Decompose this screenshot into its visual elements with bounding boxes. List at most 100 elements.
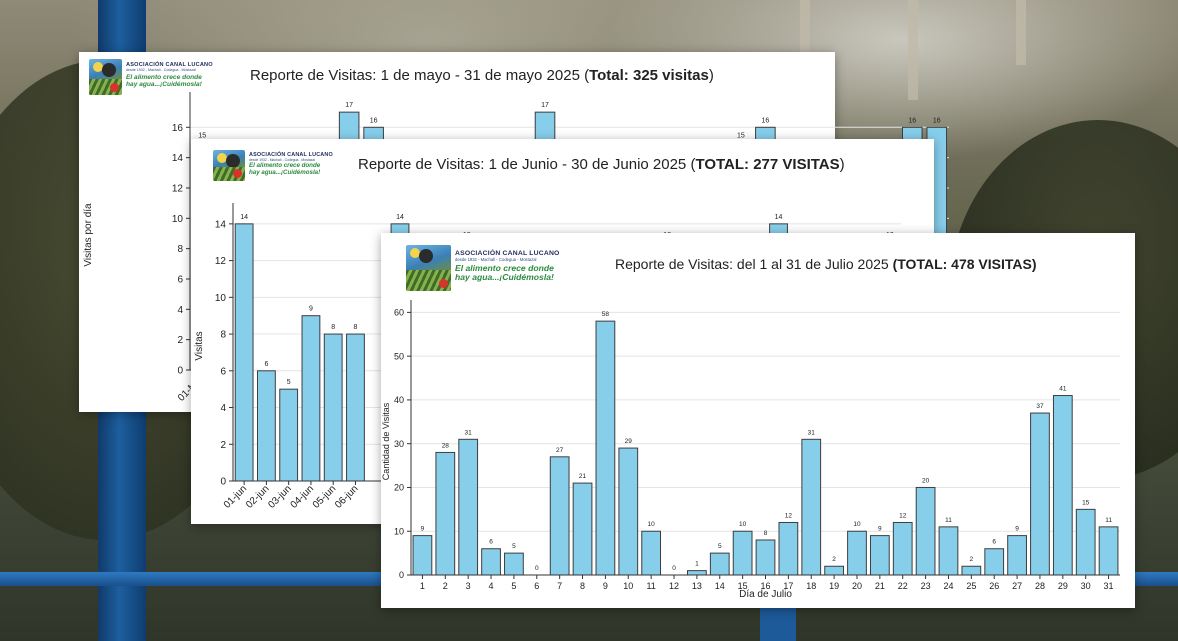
- bar-value-label: 28: [442, 442, 450, 449]
- y-tick-label: 14: [172, 153, 184, 164]
- bar: [938, 526, 959, 576]
- bar: [412, 535, 433, 576]
- bar-value-label: 5: [718, 543, 722, 550]
- x-tick-label: 11: [646, 581, 655, 591]
- bar-value-label: 14: [240, 214, 248, 221]
- bar: [458, 438, 479, 576]
- x-tick-label: 03-jun: [266, 483, 293, 510]
- bar-value-label: 17: [541, 102, 549, 109]
- background-tower: [800, 0, 810, 52]
- bar: [435, 451, 456, 576]
- bar-value-label: 12: [899, 512, 907, 519]
- bar-value-label: 8: [354, 324, 358, 331]
- y-tick-label: 12: [215, 256, 227, 267]
- bar-value-label: 37: [1036, 403, 1044, 410]
- bar: [641, 530, 662, 576]
- x-tick-label: 04-jun: [289, 483, 316, 510]
- x-tick-label: 31: [1104, 581, 1114, 591]
- bar: [595, 320, 616, 576]
- y-tick-label: 4: [220, 403, 226, 414]
- x-tick-label: 25: [966, 581, 976, 591]
- x-tick-label: 28: [1035, 581, 1045, 591]
- y-tick-label: 0: [177, 366, 183, 377]
- y-tick-label: 2: [177, 335, 183, 346]
- bar: [256, 370, 276, 482]
- bar-value-label: 17: [345, 102, 353, 109]
- bar-value-label: 15: [1082, 499, 1090, 506]
- bar: [709, 552, 730, 576]
- x-tick-label: 6: [534, 581, 539, 591]
- bar: [234, 223, 254, 482]
- bar: [1007, 535, 1027, 576]
- bar-value-label: 10: [648, 521, 656, 528]
- y-axis-title: Visitas por día: [83, 203, 94, 267]
- bar-value-label: 9: [1015, 526, 1019, 533]
- report-card-july: ASOCIACIÓN CANAL LUCANO desde 1932 - Mac…: [381, 233, 1135, 608]
- bar: [572, 482, 593, 576]
- bar: [869, 535, 890, 576]
- y-tick-label: 30: [394, 439, 404, 449]
- bar-value-label: 2: [832, 556, 836, 563]
- x-tick-label: 1: [420, 581, 425, 591]
- bar: [732, 530, 753, 576]
- bar: [687, 570, 707, 576]
- x-axis-title: Día de Julio: [739, 589, 792, 600]
- bar-value-label: 20: [922, 477, 930, 484]
- bar-value-label: 9: [421, 526, 425, 533]
- bar: [504, 552, 524, 576]
- bar-value-label: 6: [264, 361, 268, 368]
- x-tick-label: 2: [443, 581, 448, 591]
- x-tick-label: 20: [852, 581, 862, 591]
- bar-value-label: 10: [853, 521, 861, 528]
- bar-value-label: 2: [970, 556, 974, 563]
- bar-value-label: 10: [739, 521, 747, 528]
- bar-value-label: 31: [465, 429, 473, 436]
- bar-value-label: 31: [808, 429, 816, 436]
- x-tick-label: 7: [557, 581, 562, 591]
- y-tick-label: 14: [215, 219, 227, 230]
- bar: [755, 539, 776, 576]
- bar: [618, 447, 639, 576]
- x-tick-label: 4: [489, 581, 494, 591]
- bar-value-label: 1: [695, 561, 699, 568]
- background-tower: [908, 0, 918, 100]
- y-tick-label: 6: [220, 366, 226, 377]
- y-tick-label: 10: [172, 214, 184, 225]
- x-tick-label: 27: [1012, 581, 1022, 591]
- y-tick-label: 0: [399, 570, 404, 580]
- x-tick-label: 18: [806, 581, 816, 591]
- x-tick-label: 3: [466, 581, 471, 591]
- chart-july: 0102030405060928316502721582910015108123…: [381, 300, 1120, 600]
- y-tick-label: 60: [394, 308, 404, 318]
- bar: [778, 521, 799, 576]
- x-tick-label: 22: [898, 581, 908, 591]
- bar-value-label: 8: [331, 324, 335, 331]
- y-tick-label: 0: [220, 477, 226, 488]
- bar: [346, 333, 365, 482]
- bar-value-label: 0: [535, 565, 539, 572]
- bar-value-label: 11: [945, 517, 952, 524]
- y-tick-label: 8: [220, 330, 226, 341]
- y-tick-label: 4: [177, 305, 183, 316]
- x-tick-label: 12: [669, 581, 679, 591]
- x-tick-label: 26: [989, 581, 999, 591]
- x-tick-label: 10: [623, 581, 633, 591]
- bar-value-label: 58: [602, 311, 610, 318]
- bar: [549, 456, 570, 576]
- bar-value-label: 16: [761, 117, 769, 124]
- bar: [801, 438, 822, 576]
- bar: [1030, 412, 1050, 576]
- bar: [1098, 526, 1119, 576]
- background-tower: [1016, 0, 1026, 65]
- bar: [279, 388, 299, 482]
- bar-value-label: 16: [908, 117, 916, 124]
- bar-value-label: 11: [1105, 517, 1112, 524]
- y-axis-title: Visitas: [194, 331, 205, 360]
- bar-value-label: 41: [1059, 386, 1067, 393]
- y-tick-label: 40: [394, 395, 404, 405]
- x-tick-label: 19: [829, 581, 839, 591]
- x-tick-label: 02-jun: [244, 483, 271, 510]
- y-tick-label: 2: [220, 440, 226, 451]
- bar: [961, 565, 982, 576]
- y-tick-label: 16: [172, 123, 184, 134]
